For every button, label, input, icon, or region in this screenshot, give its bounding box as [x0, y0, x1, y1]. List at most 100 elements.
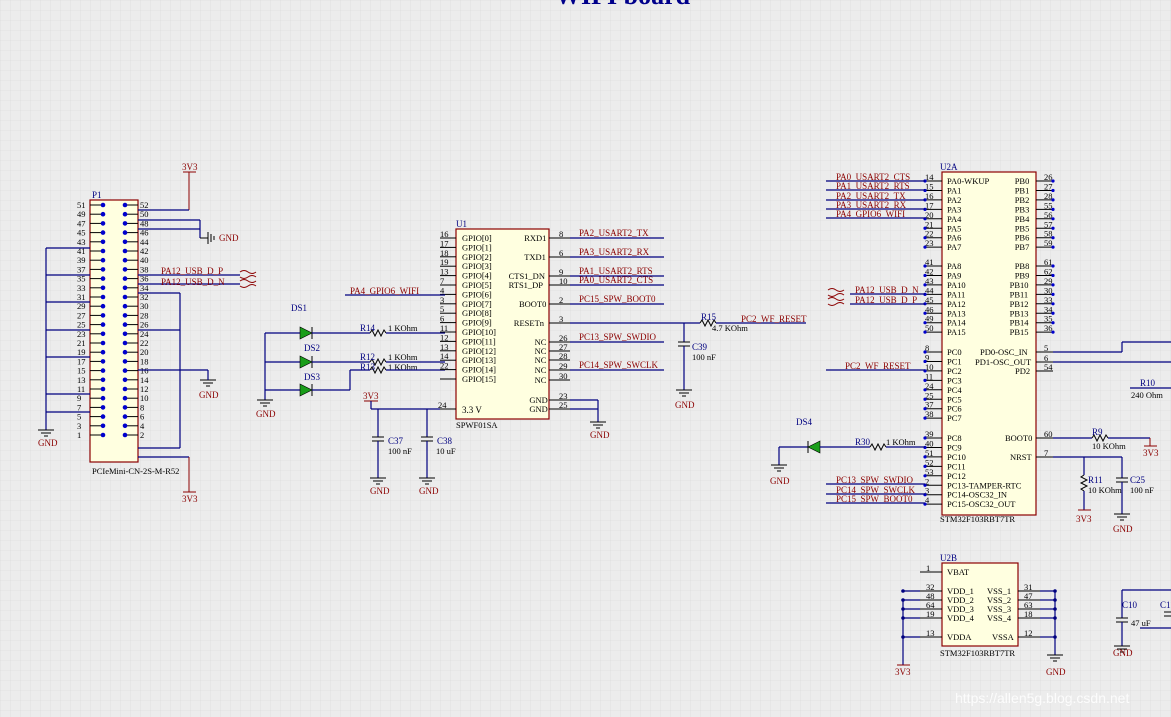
c10-ref: C10 [1122, 600, 1138, 610]
u1-3v3: 3V3 [363, 391, 379, 401]
u2a-misc-pin-num: 54 [1044, 362, 1053, 372]
u1-right-net: PA2_USART2_TX [579, 228, 649, 238]
u2a-right-label: PB7 [1015, 242, 1030, 252]
u2b-part: STM32F103RBT7TR [940, 648, 1015, 658]
p1-pin-dot [122, 414, 128, 419]
u1-right-pin-num: 30 [559, 371, 568, 381]
p1-pin-dot [122, 395, 128, 401]
r30-ref: R30 [855, 437, 871, 447]
p1-ref: P1 [92, 190, 102, 200]
u1-gpio-label: GPIO[15] [462, 374, 496, 384]
u2b-left-pin-num: 19 [926, 609, 935, 619]
c10-value: 47 uF [1131, 618, 1151, 628]
p1-pin-dot [100, 395, 106, 401]
c39-value: 100 nF [692, 352, 716, 362]
p1-pin-dot [122, 294, 128, 300]
p1-left-gnd: GND [38, 438, 58, 448]
p1-gnd-label: GND [219, 233, 239, 243]
p1-pin-dot [122, 211, 128, 217]
p1-pin-right-num: 2 [140, 430, 144, 440]
u1-right-label: NC [535, 355, 547, 365]
u2a-left-label: PC7 [947, 413, 962, 423]
p1-pin-dot [100, 294, 106, 300]
u1-right-pin-num: 28 [559, 351, 568, 361]
p1-pin-dot [122, 257, 128, 263]
p1-pin-dot [100, 331, 106, 337]
p1-pin-dot [100, 248, 106, 254]
u2b-left-pin-num: 1 [926, 563, 930, 573]
ds4-gnd: GND [770, 476, 790, 486]
schematic-canvas: WIFI board P1 51494745434139373533312927… [0, 0, 1171, 717]
u2a-pin-end [1051, 245, 1055, 249]
c11-ref: C11 [1160, 600, 1171, 610]
p1-pin-dot [122, 239, 128, 245]
p1-pin-dot [122, 340, 128, 346]
u1-right-label: NC [535, 365, 547, 375]
c39-gnd: GND [675, 400, 695, 410]
r9-ref: R9 [1092, 427, 1103, 437]
u2a-misc-pin-num: 5 [1044, 343, 1048, 353]
p1-pin-dot [122, 423, 128, 429]
c25-gnd: GND [1113, 524, 1133, 534]
u2a-right-pin-num: 36 [1044, 323, 1053, 333]
u2b-3v3: 3V3 [895, 667, 911, 677]
c25-ref: C25 [1130, 475, 1146, 485]
u1-right-pin-num: 29 [559, 361, 568, 371]
u1-gpio-pin-num: 22 [440, 361, 449, 371]
u2a-pin-end [923, 245, 927, 249]
u2a-misc-pin-num: 7 [1044, 448, 1048, 458]
p1-pin-dot [100, 221, 106, 226]
ds1-ref: DS1 [291, 303, 307, 313]
u1-right-pin-num: 6 [559, 248, 563, 258]
p1-pin-dot [122, 267, 128, 272]
u2a-left-label: PC15-OSC32_OUT [947, 499, 1016, 509]
sheet-title: WIFI board [555, 0, 691, 10]
u2b-left-label: VDDA [947, 632, 972, 642]
u1-right-label: RXD1 [524, 233, 546, 243]
watermark: https://allen5g.blog.csdn.net [955, 690, 1129, 706]
p1-pin-dot [122, 276, 128, 281]
u2a-pin-end [1051, 330, 1055, 334]
p1-pin-dot [122, 221, 128, 226]
c39-ref: C39 [692, 342, 708, 352]
u2a-part: STM32F103RBT7TR [940, 514, 1015, 524]
ds4-ref: DS4 [796, 417, 813, 427]
u1-right-label: RTS1_DP [509, 280, 544, 290]
r14-value: 1 KOhm [388, 323, 418, 333]
r9-3v3: 3V3 [1143, 448, 1159, 458]
u1-right-net: PC15_SPW_BOOT0 [579, 294, 656, 304]
p1-pin-dot [100, 405, 106, 410]
p1-body [89, 199, 139, 463]
u2a-misc-label: PD2 [1015, 366, 1030, 376]
mcu-u2a[interactable]: U2A PA0-WKUP14PA115PA216PA317PA420PA521P… [923, 162, 1055, 524]
u2b-ref: U2B [940, 553, 957, 563]
c38-value: 10 uF [436, 446, 456, 456]
p1-pin-dot [122, 303, 128, 309]
p1-pin-dot [100, 313, 106, 318]
p1-pin-dot [122, 331, 128, 337]
u1-right-pin-num: 8 [559, 229, 563, 239]
r12-ref: R12 [360, 352, 375, 362]
c25-value: 100 nF [1130, 485, 1154, 495]
led-gnd: GND [256, 409, 276, 419]
u2b-left-label: VDD_4 [947, 613, 975, 623]
p1-top-power: 3V3 [182, 162, 198, 172]
u1-right-pin-num: 3 [559, 314, 563, 324]
c10-gnd: GND [1113, 648, 1133, 658]
u2a-misc-label: NRST [1010, 452, 1033, 462]
p1-pin-dot [100, 349, 106, 355]
p1-pin-dot [100, 432, 106, 438]
u2a-misc-pin-num: 60 [1044, 429, 1053, 439]
p1-pin-dot [122, 368, 128, 373]
p1-pin-dot [122, 386, 128, 392]
u1-ref: U1 [456, 219, 467, 229]
p1-pin-dot [122, 230, 128, 235]
u1-right-label: TXD1 [524, 252, 546, 262]
u2b-right-pin-num: 12 [1024, 628, 1033, 638]
u2b-left-pin-num: 13 [926, 628, 935, 638]
u1-right-net: PC13_SPW_SWDIO [579, 332, 657, 342]
u1-wifi-net: PA4_GPIO6_WIFI [350, 286, 419, 296]
p1-bot-power: 3V3 [182, 494, 198, 504]
r14-ref: R14 [360, 323, 376, 333]
u1-right-label: GND [529, 404, 547, 414]
